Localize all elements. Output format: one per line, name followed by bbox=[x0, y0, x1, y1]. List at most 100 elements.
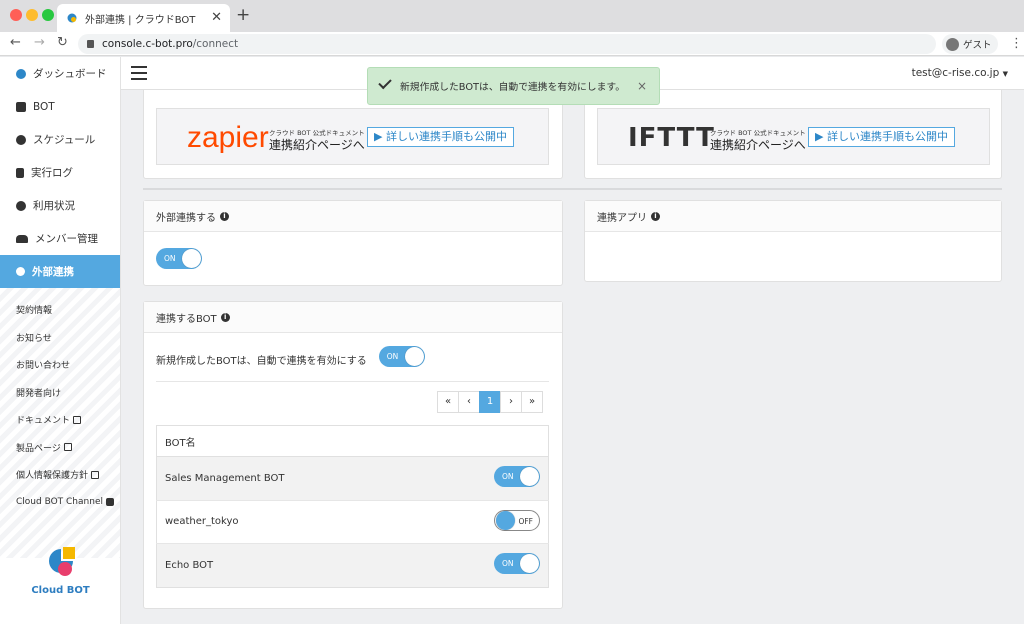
toast-close-icon[interactable]: × bbox=[637, 79, 647, 93]
next-page-button[interactable]: › bbox=[500, 391, 522, 413]
toggle-knob bbox=[404, 347, 424, 366]
prev-page-button[interactable]: ‹ bbox=[458, 391, 480, 413]
url-host: console.c-bot.pro bbox=[102, 38, 193, 50]
pagination: « ‹ 1 › » bbox=[437, 391, 543, 413]
forward-icon[interactable]: → bbox=[34, 35, 45, 50]
sidebar: ダッシュボード BOT スケジュール 実行ログ 利用状況 メンバー管理 外部連携… bbox=[0, 57, 121, 624]
address-bar-row: ← → ↻ console.c-bot.pro/connect ゲスト ⋮ bbox=[0, 32, 1024, 56]
bot-toggle-weather[interactable]: OFF bbox=[494, 509, 540, 531]
sidebar-item-usage[interactable]: 利用状況 bbox=[0, 189, 120, 222]
sidebar-item-members[interactable]: メンバー管理 bbox=[0, 222, 120, 255]
toggle-label: ON bbox=[164, 254, 176, 263]
connected-apps-title: 連携アプリ bbox=[597, 212, 647, 224]
section-divider bbox=[143, 188, 1002, 190]
external-connect-toggle[interactable]: ON bbox=[156, 248, 202, 273]
sub-item-channel[interactable]: Cloud BOT Channel bbox=[0, 489, 120, 517]
zapier-doc-button[interactable]: ▶ 詳しい連携手順も公開中 bbox=[367, 127, 514, 147]
lock-icon bbox=[87, 40, 94, 48]
sub-item-label: ドキュメント bbox=[16, 416, 71, 427]
favicon-icon bbox=[67, 13, 77, 23]
sidebar-item-label: BOT bbox=[33, 100, 55, 113]
page-1-button[interactable]: 1 bbox=[479, 391, 501, 413]
sub-item-news[interactable]: お知らせ bbox=[0, 324, 120, 352]
sidebar-item-log[interactable]: 実行ログ bbox=[0, 156, 120, 189]
toggle-label: OFF bbox=[518, 516, 533, 526]
url-field[interactable]: console.c-bot.pro/connect bbox=[78, 34, 936, 54]
info-icon[interactable]: i bbox=[220, 312, 230, 322]
sub-item-developers[interactable]: 開発者向け bbox=[0, 379, 120, 407]
sub-item-privacy[interactable]: 個人情報保護方針 bbox=[0, 461, 120, 489]
sub-item-label: 製品ページ bbox=[16, 443, 61, 454]
connected-apps-card: 連携アプリ i bbox=[584, 200, 1002, 282]
user-menu[interactable]: test@c-rise.co.jp ▼ bbox=[912, 67, 1008, 79]
bot-toggle-sales[interactable]: ON bbox=[494, 466, 540, 488]
table-row: Echo BOT ON bbox=[156, 543, 549, 587]
sub-item-product[interactable]: 製品ページ bbox=[0, 434, 120, 462]
info-icon[interactable]: i bbox=[220, 211, 229, 221]
toggle-label: ON bbox=[502, 559, 514, 569]
cloudbot-logo-icon bbox=[48, 547, 75, 576]
connected-bots-header: 連携するBOT i bbox=[144, 302, 562, 333]
sub-item-docs[interactable]: ドキュメント bbox=[0, 406, 120, 434]
table-header-row: BOT名 bbox=[156, 425, 549, 457]
info-icon[interactable]: i bbox=[651, 211, 660, 221]
sub-item-label: お知らせ bbox=[16, 333, 52, 344]
last-page-button[interactable]: » bbox=[521, 391, 543, 413]
logo-icon bbox=[16, 68, 26, 79]
pie-chart-icon bbox=[16, 200, 26, 211]
ifttt-banner[interactable]: IFTTT クラウド BOT 公式ドキュメント 連携紹介ページへ ▶ 詳しい連携… bbox=[597, 108, 990, 165]
users-icon bbox=[16, 234, 28, 243]
browser-tab[interactable]: 外部連携 | クラウドBOT ✕ bbox=[57, 4, 230, 32]
user-email: test@c-rise.co.jp bbox=[911, 67, 1000, 79]
hamburger-menu-icon[interactable] bbox=[131, 66, 147, 80]
external-connect-title: 外部連携する bbox=[156, 212, 216, 224]
first-page-button[interactable]: « bbox=[437, 391, 459, 413]
cloudbot-logo: Cloud BOT bbox=[0, 547, 121, 596]
caret-down-icon: ▼ bbox=[1002, 70, 1008, 78]
back-icon[interactable]: ← bbox=[10, 35, 21, 50]
reload-icon[interactable]: ↻ bbox=[57, 35, 68, 50]
youtube-icon bbox=[105, 498, 114, 507]
sub-item-label: 個人情報保護方針 bbox=[16, 471, 89, 482]
zapier-banner[interactable]: zapier クラウド BOT 公式ドキュメント 連携紹介ページへ ▶ 詳しい連… bbox=[156, 108, 549, 165]
bot-name: Echo BOT bbox=[156, 543, 420, 587]
auto-enable-label: 新規作成したBOTは、自動で連携を有効にする bbox=[156, 356, 367, 367]
ifttt-doc-button[interactable]: ▶ 詳しい連携手順も公開中 bbox=[808, 127, 955, 147]
sub-item-label: 開発者向け bbox=[16, 388, 62, 399]
toggle-knob bbox=[520, 467, 539, 487]
clock-icon bbox=[16, 134, 26, 145]
auto-enable-toggle[interactable]: ON bbox=[378, 346, 425, 367]
new-tab-icon[interactable]: + bbox=[236, 5, 250, 25]
sidebar-item-schedule[interactable]: スケジュール bbox=[0, 123, 120, 156]
browser-window: 外部連携 | クラウドBOT ✕ + ← → ↻ console.c-bot.p… bbox=[0, 0, 1024, 624]
menu-kebab-icon[interactable]: ⋮ bbox=[1010, 36, 1023, 51]
toggle-knob bbox=[496, 510, 515, 530]
close-window-button[interactable] bbox=[10, 9, 22, 21]
sidebar-item-label: 実行ログ bbox=[31, 167, 73, 179]
bot-name: weather_tokyo bbox=[156, 499, 420, 544]
external-link-icon bbox=[63, 443, 72, 452]
sub-item-label: Cloud BOT Channel bbox=[16, 497, 103, 508]
connected-bots-title: 連携するBOT bbox=[156, 313, 217, 325]
profile-button[interactable]: ゲスト bbox=[942, 34, 998, 54]
maximize-window-button[interactable] bbox=[42, 9, 54, 21]
minimize-window-button[interactable] bbox=[26, 9, 38, 21]
toggle-label: ON bbox=[386, 352, 399, 361]
sub-item-contact[interactable]: お問い合わせ bbox=[0, 351, 120, 379]
external-link-icon bbox=[73, 415, 82, 424]
external-connect-header: 外部連携する i bbox=[144, 201, 562, 232]
sidebar-item-dashboard[interactable]: ダッシュボード bbox=[0, 57, 120, 90]
close-tab-icon[interactable]: ✕ bbox=[211, 10, 222, 25]
title-bar: 外部連携 | クラウドBOT ✕ + bbox=[0, 0, 1024, 32]
bot-toggle-echo[interactable]: ON bbox=[494, 553, 540, 575]
sub-item-contract[interactable]: 契約情報 bbox=[0, 296, 120, 324]
sub-item-label: 契約情報 bbox=[16, 306, 53, 317]
toggle-knob bbox=[520, 554, 539, 574]
table-row: Sales Management BOT ON bbox=[156, 456, 549, 500]
check-icon bbox=[378, 75, 392, 90]
link-icon bbox=[16, 267, 25, 276]
toggle-label: ON bbox=[502, 472, 514, 482]
avatar-icon bbox=[946, 37, 959, 51]
sidebar-item-bot[interactable]: BOT bbox=[0, 90, 120, 123]
sidebar-item-connect[interactable]: 外部連携 bbox=[0, 255, 120, 288]
